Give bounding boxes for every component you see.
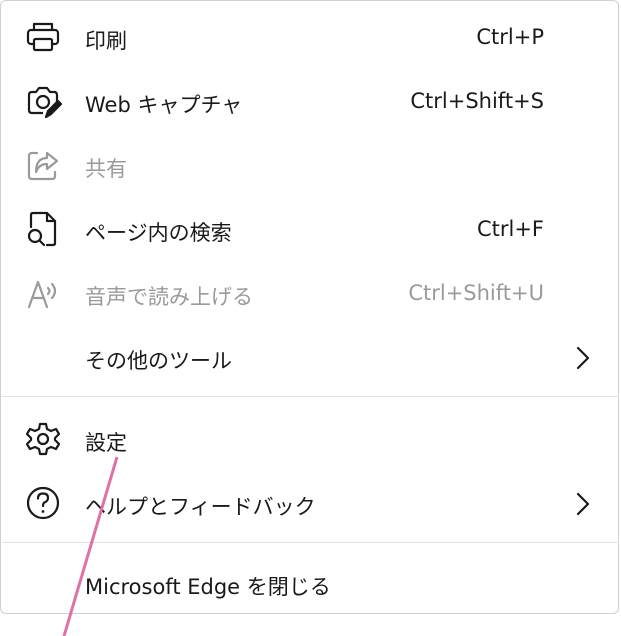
printer-icon [23, 17, 63, 57]
menu-item-help-feedback[interactable]: ヘルプとフィードバック [1, 471, 620, 535]
context-menu: 印刷 Ctrl+P Web キャプチャ Ctrl+Shift+S 共有 ページ内… [0, 0, 619, 614]
help-icon [23, 483, 63, 523]
menu-divider [2, 396, 619, 397]
menu-item-close-edge[interactable]: Microsoft Edge を閉じる [1, 553, 620, 617]
find-on-page-icon [23, 209, 63, 249]
menu-item-label: 設定 [85, 431, 127, 455]
menu-divider [2, 542, 619, 543]
menu-item-label: 印刷 [85, 29, 127, 53]
menu-item-find-on-page[interactable]: ページ内の検索 Ctrl+F [1, 197, 620, 261]
menu-item-label: Web キャプチャ [85, 93, 243, 117]
shortcut-text: Ctrl+Shift+S [410, 89, 544, 113]
menu-item-read-aloud: 音声で読み上げる Ctrl+Shift+U [1, 261, 620, 325]
chevron-right-icon [571, 489, 595, 519]
shortcut-text: Ctrl+F [476, 217, 544, 241]
shortcut-text: Ctrl+P [476, 25, 544, 49]
menu-item-web-capture[interactable]: Web キャプチャ Ctrl+Shift+S [1, 69, 620, 133]
menu-item-label: 音声で読み上げる [85, 285, 253, 309]
menu-item-label: 共有 [85, 157, 127, 181]
shortcut-text: Ctrl+Shift+U [408, 281, 544, 305]
web-capture-icon [23, 81, 63, 121]
menu-item-label: その他のツール [85, 349, 232, 373]
menu-item-label: ページ内の検索 [85, 221, 232, 245]
menu-item-more-tools[interactable]: その他のツール [1, 325, 620, 389]
chevron-right-icon [571, 343, 595, 373]
menu-item-label: ヘルプとフィードバック [85, 495, 316, 519]
menu-item-print[interactable]: 印刷 Ctrl+P [1, 5, 620, 69]
share-icon [23, 145, 63, 185]
menu-item-label: Microsoft Edge を閉じる [85, 575, 331, 599]
read-aloud-icon [23, 273, 63, 313]
menu-item-share: 共有 [1, 133, 620, 197]
menu-item-settings[interactable]: 設定 [1, 407, 620, 471]
gear-icon [23, 419, 63, 459]
